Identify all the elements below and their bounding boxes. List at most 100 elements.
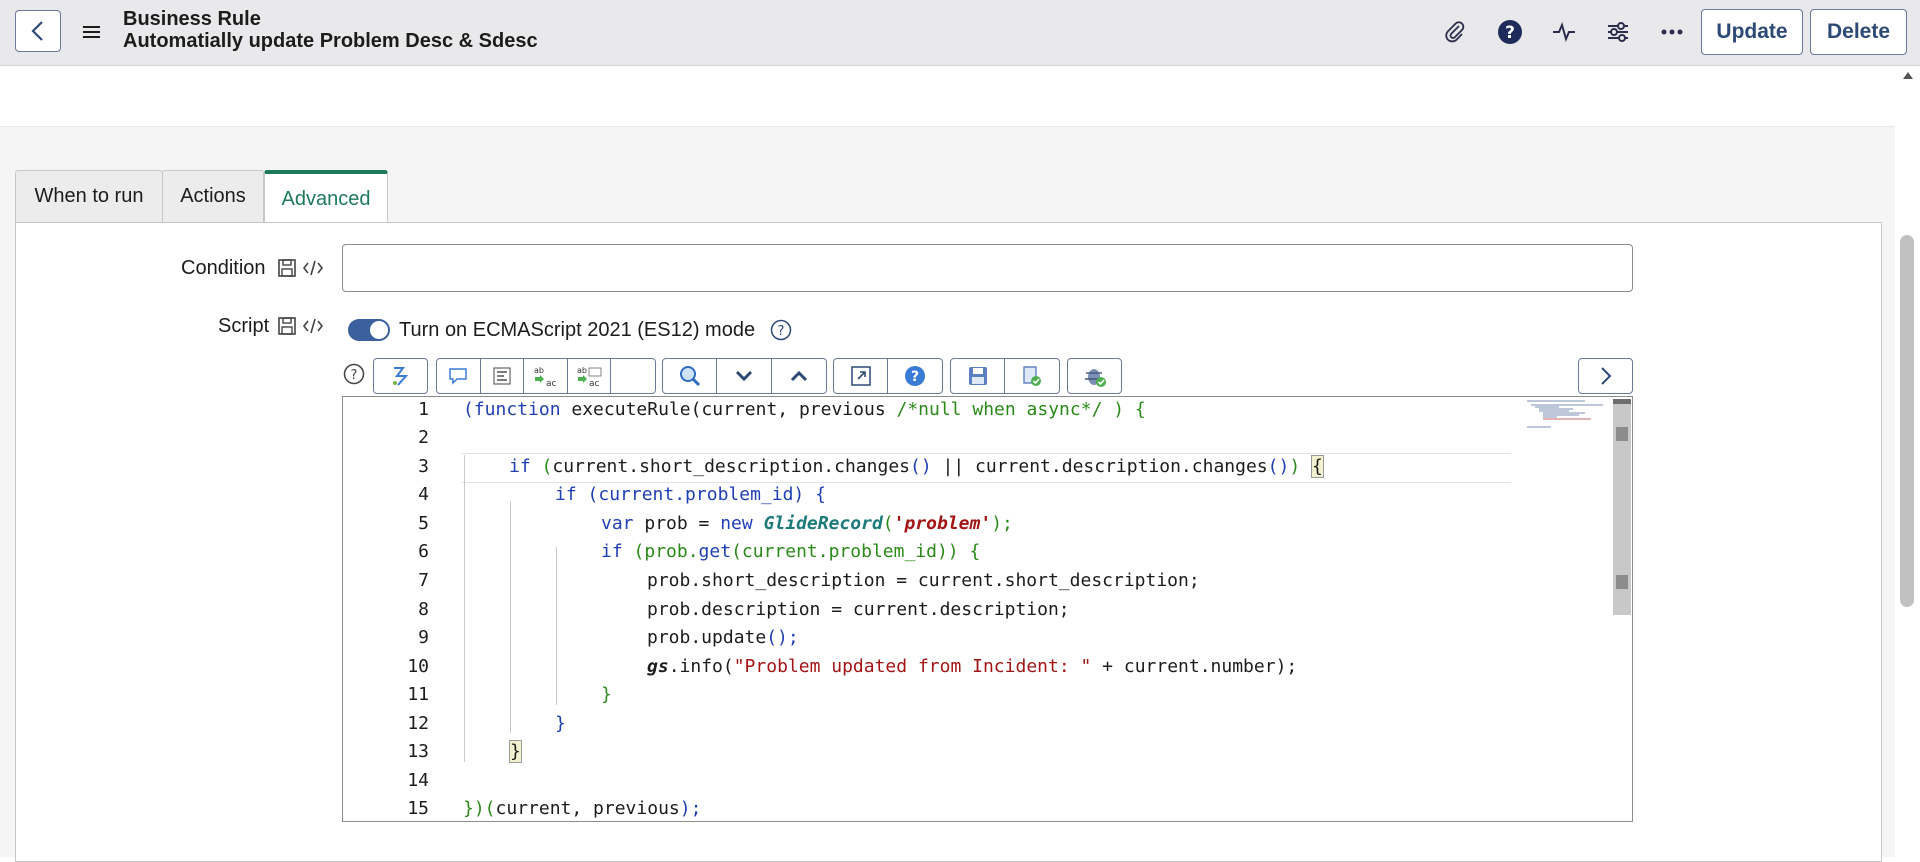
editor-scrollbar[interactable]	[1613, 399, 1631, 615]
script-help-button[interactable]: ?	[888, 359, 942, 393]
format-code-icon	[392, 367, 408, 386]
replace-all-button[interactable]: ab ac	[568, 359, 612, 393]
fullscreen-icon	[850, 366, 871, 386]
code-function: get	[698, 541, 732, 562]
svg-text:?: ?	[1505, 23, 1515, 43]
code-global: gs	[647, 656, 669, 677]
save-button[interactable]	[951, 359, 1005, 393]
toggle-syntax-button[interactable]	[481, 359, 525, 393]
line-number: 7	[418, 570, 429, 591]
help-icon[interactable]: ?	[1496, 18, 1524, 46]
search-button[interactable]	[663, 359, 718, 393]
debug-button[interactable]	[1068, 359, 1121, 393]
find-next-button[interactable]	[717, 359, 772, 393]
view-toolbar-group: ?	[833, 358, 943, 394]
code-token: })(	[463, 798, 496, 819]
hamburger-menu-icon[interactable]	[80, 20, 104, 44]
comment-button[interactable]	[437, 359, 481, 393]
code-minimap[interactable]	[1515, 397, 1625, 821]
save-toolbar-group	[950, 358, 1060, 394]
replace-button[interactable]: ab ac	[524, 359, 568, 393]
find-previous-icon	[790, 370, 807, 382]
code-token: (	[530, 456, 553, 477]
code-token: prob.update	[647, 627, 767, 648]
code-token: executeRule	[560, 399, 691, 420]
code-token: (function	[463, 399, 561, 420]
search-toolbar-group	[662, 358, 827, 394]
svg-text:?: ?	[911, 369, 919, 385]
code-line-4: if (current.problem_id) {	[555, 484, 826, 505]
code-line-11: }	[601, 684, 612, 705]
svg-text:ac: ac	[589, 379, 600, 388]
script-editor[interactable]: 1 2 3 4 5 6 7 8 9 10 11 12 13 14 15 (fun…	[342, 396, 1633, 822]
section-band	[0, 66, 1895, 127]
code-token: )	[1289, 456, 1312, 477]
code-keyword: var	[601, 513, 634, 534]
code-token: (current.problem_id)) {	[731, 541, 981, 562]
page-scrollbar[interactable]	[1900, 235, 1914, 607]
update-button[interactable]: Update	[1701, 9, 1803, 55]
code-token: ) {	[1102, 399, 1146, 420]
code-keyword: new	[720, 513, 753, 534]
condition-label: Condition	[181, 257, 266, 279]
editor-help-icon[interactable]: ?	[343, 363, 365, 385]
code-token: );	[679, 798, 702, 819]
es12-toggle-label: Turn on ECMAScript 2021 (ES12) mode	[399, 319, 756, 341]
es12-toggle[interactable]	[348, 319, 390, 341]
es12-help-icon[interactable]: ?	[770, 319, 792, 341]
code-token: (	[882, 513, 894, 534]
scroll-up-icon[interactable]	[1902, 70, 1914, 80]
condition-input[interactable]	[342, 244, 1633, 292]
save-icon	[968, 367, 987, 385]
settings-sliders-icon[interactable]	[1604, 18, 1632, 46]
toggle-syntax-icon	[493, 367, 511, 385]
line-number: 4	[418, 484, 429, 505]
line-number: 2	[418, 427, 429, 448]
code-line-3: if (current.short_description.changes() …	[509, 455, 1324, 478]
code-class: GlideRecord	[763, 513, 883, 534]
save-condition-icon[interactable]	[276, 257, 298, 279]
code-icon[interactable]	[302, 257, 324, 279]
validate-script-button[interactable]	[1005, 359, 1059, 393]
script-label: Script	[218, 315, 270, 337]
indent-guide	[464, 455, 465, 762]
fullscreen-button[interactable]	[834, 359, 888, 393]
back-button[interactable]	[15, 10, 61, 52]
delete-button[interactable]: Delete	[1810, 9, 1907, 55]
toggle-knob	[369, 320, 389, 340]
code-line-12: }	[555, 713, 566, 734]
svg-text:ab: ab	[577, 366, 587, 375]
replace-all-button-2[interactable]	[611, 359, 655, 393]
tab-when-to-run[interactable]: When to run	[15, 170, 163, 222]
replace-all-icon: abac	[577, 366, 602, 388]
next-button[interactable]	[1578, 358, 1633, 394]
save-script-icon[interactable]	[276, 315, 298, 337]
activity-pulse-icon[interactable]	[1550, 18, 1578, 46]
line-number: 14	[407, 770, 429, 791]
back-icon	[31, 21, 43, 41]
code-icon[interactable]	[302, 315, 324, 337]
code-comment: /*null when async*/	[896, 399, 1103, 420]
code-keyword: if	[509, 456, 531, 477]
line-number: 3	[418, 456, 429, 477]
svg-text:ac: ac	[546, 379, 557, 388]
form-header: Business Rule Automatially update Proble…	[0, 0, 1920, 66]
paperclip-icon[interactable]	[1441, 18, 1469, 46]
svg-text:ab: ab	[534, 366, 544, 375]
tab-advanced[interactable]: Advanced	[264, 170, 388, 224]
code-line-10: gs.info("Problem updated from Incident: …	[647, 656, 1297, 677]
code-string: "Problem updated from Incident: "	[733, 656, 1092, 677]
format-code-button[interactable]	[374, 359, 427, 393]
script-help-icon: ?	[905, 366, 925, 386]
more-options-icon[interactable]	[1658, 18, 1686, 46]
code-token: ()	[1267, 456, 1290, 477]
line-number: 6	[418, 541, 429, 562]
find-previous-button[interactable]	[772, 359, 826, 393]
indent-guide	[556, 547, 557, 705]
line-number: 15	[407, 798, 429, 819]
line-number: 1	[418, 399, 429, 420]
line-gutter: 1 2 3 4 5 6 7 8 9 10 11 12 13 14 15	[343, 397, 433, 821]
tab-actions[interactable]: Actions	[162, 170, 264, 222]
code-token: ()	[910, 456, 932, 477]
code-token: || current.description.changes	[931, 456, 1268, 477]
